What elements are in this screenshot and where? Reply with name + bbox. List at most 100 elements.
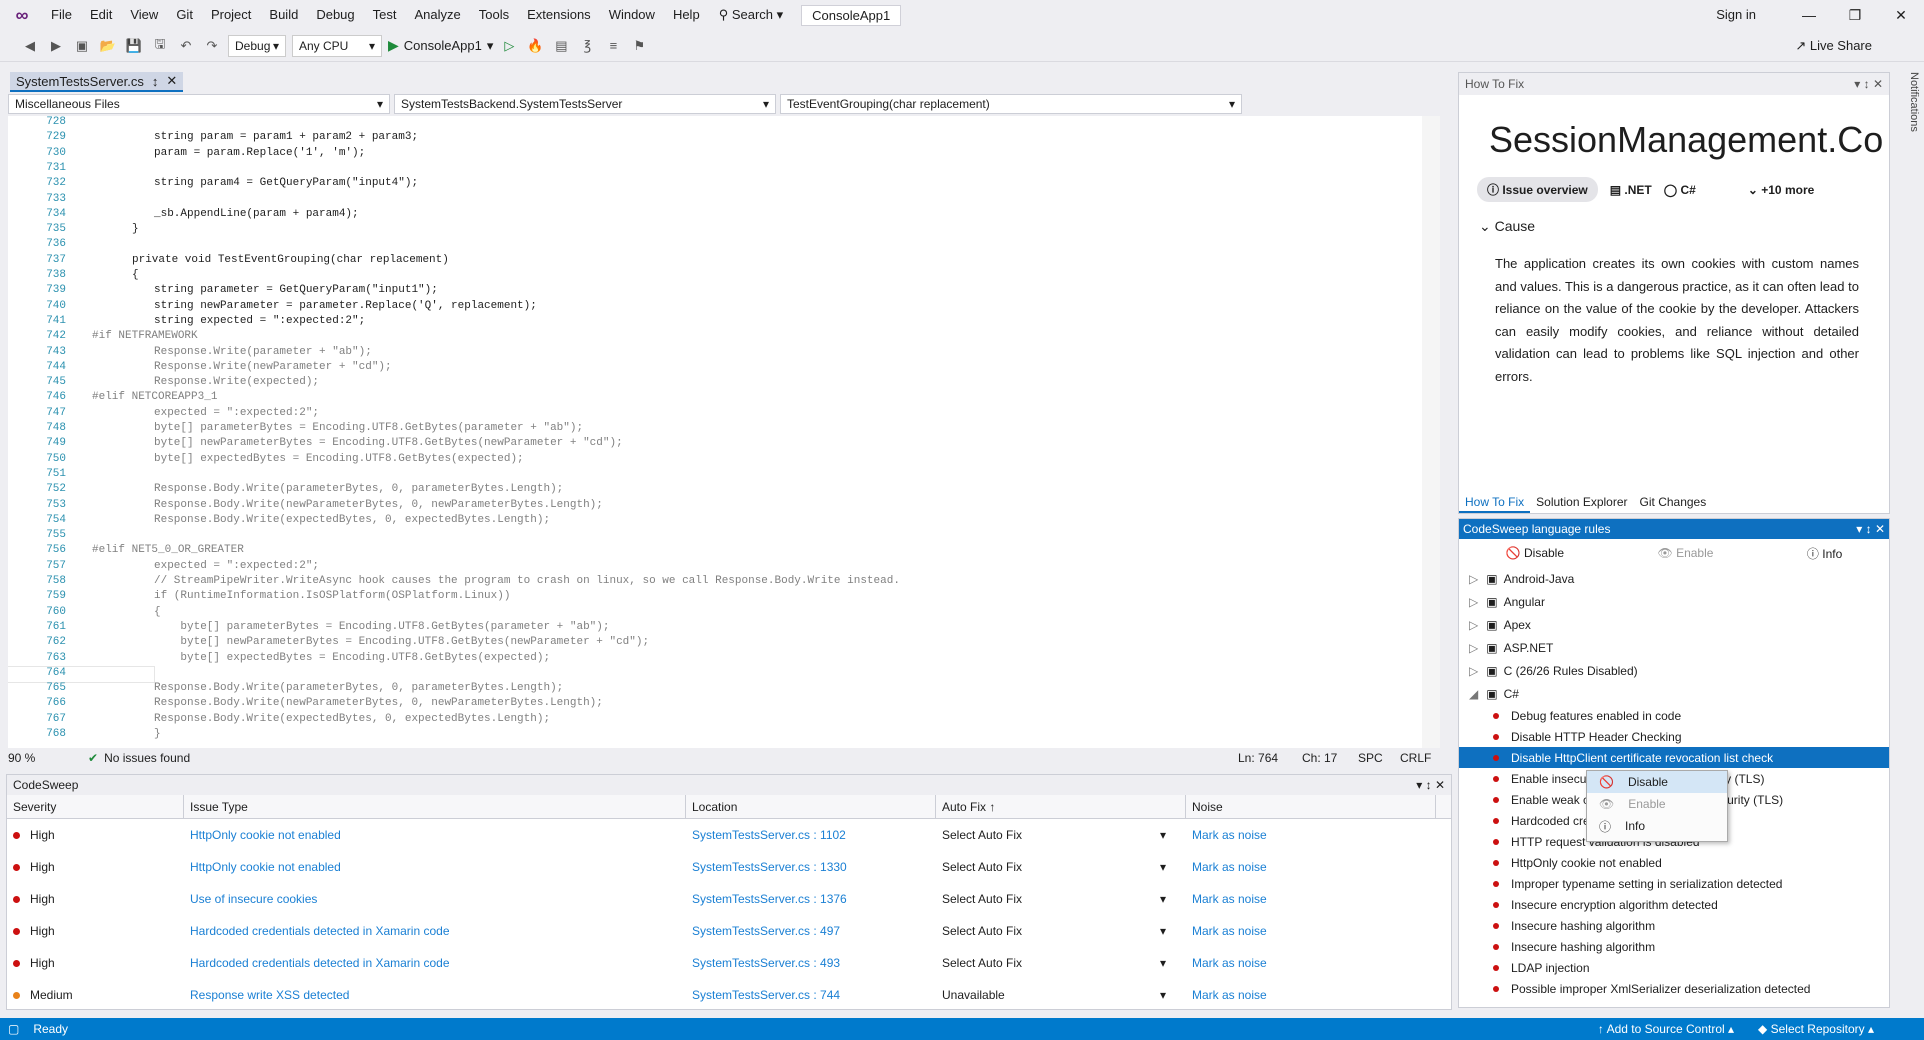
issue-type-link[interactable]: HttpOnly cookie not enabled: [184, 828, 686, 842]
issue-type-link[interactable]: Response write XSS detected: [184, 988, 686, 1002]
mark-noise-link[interactable]: Mark as noise: [1186, 956, 1436, 970]
menu-file[interactable]: File: [42, 0, 81, 30]
start-without-debugging-icon[interactable]: ▷: [499, 36, 519, 56]
code-line[interactable]: 748 byte[] parameterBytes = Encoding.UTF8…: [8, 422, 583, 437]
forward-icon[interactable]: ▶: [46, 36, 66, 56]
rule-item[interactable]: Debug features enabled in code: [1459, 705, 1889, 726]
code-line[interactable]: 759 if (RuntimeInformation.IsOSPlatform(O…: [8, 590, 510, 605]
tag-more[interactable]: ⌄ +10 more: [1748, 183, 1814, 197]
mark-noise-link[interactable]: Mark as noise: [1186, 924, 1436, 938]
code-line[interactable]: 762 byte[] newParameterBytes = Encoding.…: [8, 636, 649, 651]
auto-fix-dropdown[interactable]: Select Auto Fix ▾: [936, 860, 1186, 874]
code-line[interactable]: 768}: [8, 728, 160, 743]
live-share-button[interactable]: ↗ Live Share: [1795, 30, 1872, 62]
code-line[interactable]: 742 #if NETFRAMEWORK: [8, 330, 197, 345]
code-line[interactable]: 761 byte[] parameterBytes = Encoding.UTF…: [8, 621, 609, 636]
menu-view[interactable]: View: [121, 0, 167, 30]
comment-icon[interactable]: ≡: [603, 36, 623, 56]
code-line[interactable]: 733: [8, 193, 154, 208]
code-line[interactable]: 740 string newParameter = parameter.Repla…: [8, 300, 537, 315]
tag-csharp[interactable]: ◯ C#: [1664, 183, 1696, 197]
menu-git[interactable]: Git: [167, 0, 202, 30]
redo-icon[interactable]: ↷: [202, 36, 222, 56]
rule-item[interactable]: Insecure hashing algorithm: [1459, 915, 1889, 936]
save-all-icon[interactable]: 🖫: [150, 36, 170, 56]
notifications-tab[interactable]: Notifications: [1900, 72, 1920, 152]
rule-item[interactable]: Possible improper XmlSerializer deserial…: [1459, 978, 1889, 999]
select-repository-button[interactable]: ◆ Select Repository ▴: [1758, 1022, 1874, 1036]
code-line[interactable]: 741 string expected = ":expected:2";: [8, 315, 365, 330]
code-line[interactable]: 749 byte[] newParameterBytes = Encoding.U…: [8, 437, 623, 452]
rule-item[interactable]: Disable HTTP Header Checking: [1459, 726, 1889, 747]
auto-fix-dropdown[interactable]: Select Auto Fix ▾: [936, 924, 1186, 938]
search-button[interactable]: ⚲ Search ▾: [709, 0, 793, 30]
code-line[interactable]: 728: [8, 116, 154, 131]
document-tab[interactable]: SystemTestsServer.cs ↕ ✕: [10, 72, 184, 92]
menu-window[interactable]: Window: [600, 0, 664, 30]
menu-test[interactable]: Test: [364, 0, 406, 30]
issue-type-link[interactable]: Use of insecure cookies: [184, 892, 686, 906]
chevron-right-icon[interactable]: ▷: [1469, 618, 1478, 632]
context-disable[interactable]: 🚫 Disable: [1587, 771, 1727, 793]
disable-rule-button[interactable]: 🚫 Disable: [1506, 546, 1564, 560]
table-row[interactable]: High HttpOnly cookie not enabled SystemTes…: [7, 851, 1451, 883]
menu-build[interactable]: Build: [260, 0, 307, 30]
menu-tools[interactable]: Tools: [470, 0, 518, 30]
chevron-right-icon[interactable]: ▷: [1469, 641, 1478, 655]
table-row[interactable]: High Hardcoded credentials detected in Xa…: [7, 947, 1451, 979]
rule-item[interactable]: Disable HttpClient certificate revocatio…: [1459, 747, 1889, 768]
code-line[interactable]: 738 {: [8, 269, 138, 284]
line-ending-indicator[interactable]: CRLF: [1400, 751, 1440, 765]
auto-fix-dropdown[interactable]: Select Auto Fix ▾: [936, 828, 1186, 842]
code-line[interactable]: 745 Response.Write(expected);: [8, 376, 319, 391]
save-icon[interactable]: 💾: [124, 36, 144, 56]
rule-group[interactable]: ▷ ▣ Android-Java: [1459, 567, 1889, 590]
code-line[interactable]: 755: [8, 529, 154, 544]
column-severity[interactable]: Severity: [7, 795, 184, 818]
mark-noise-link[interactable]: Mark as noise: [1186, 860, 1436, 874]
location-link[interactable]: SystemTestsServer.cs : 493: [686, 956, 936, 970]
table-row[interactable]: High HttpOnly cookie not enabled SystemTes…: [7, 819, 1451, 851]
cause-section-toggle[interactable]: ⌄ Cause: [1459, 202, 1889, 235]
menu-extensions[interactable]: Extensions: [518, 0, 600, 30]
table-row[interactable]: Medium Response write XSS detected SystemT…: [7, 979, 1451, 1011]
table-row[interactable]: High Use of insecure cookies SystemTestsSe…: [7, 883, 1451, 915]
code-line[interactable]: 764: [8, 665, 155, 684]
close-tab-icon[interactable]: ✕: [166, 73, 177, 89]
code-line[interactable]: 735}: [8, 223, 138, 238]
code-line[interactable]: 754 Response.Body.Write(expectedBytes, 0,…: [8, 514, 550, 529]
rule-group[interactable]: ◢ ▣ C#: [1459, 682, 1889, 705]
mark-noise-link[interactable]: Mark as noise: [1186, 828, 1436, 842]
code-line[interactable]: 756 #elif NET5_0_OR_GREATER: [8, 544, 244, 559]
code-line[interactable]: 744 Response.Write(newParameter + "cd");: [8, 361, 391, 376]
rule-group[interactable]: ▷ ▣ Apex: [1459, 613, 1889, 636]
menu-help[interactable]: Help: [664, 0, 709, 30]
code-line[interactable]: 730 param = param.Replace('1', 'm');: [8, 147, 365, 162]
code-line[interactable]: 766 Response.Body.Write(newParameterBytes…: [8, 697, 603, 712]
class-dropdown[interactable]: SystemTestsBackend.SystemTestsServer ▾: [394, 94, 776, 114]
code-line[interactable]: 750 byte[] expectedBytes = Encoding.UTF8.…: [8, 453, 523, 468]
column-issue-type[interactable]: Issue Type: [184, 795, 686, 818]
issue-type-link[interactable]: HttpOnly cookie not enabled: [184, 860, 686, 874]
enable-rule-button[interactable]: 👁 Enable: [1657, 546, 1713, 560]
location-link[interactable]: SystemTestsServer.cs : 497: [686, 924, 936, 938]
member-dropdown[interactable]: TestEventGrouping(char replacement) ▾: [780, 94, 1242, 114]
source-control-button[interactable]: ↑ Add to Source Control ▴: [1598, 1022, 1734, 1036]
rule-group[interactable]: ▷ ▣ ASP.NET: [1459, 636, 1889, 659]
issue-type-link[interactable]: Hardcoded credentials detected in Xamari…: [184, 924, 686, 938]
pin-icon[interactable]: ↕: [152, 74, 159, 89]
project-dropdown[interactable]: Miscellaneous Files ▾: [8, 94, 390, 114]
column-auto-fix[interactable]: Auto Fix ↑: [936, 795, 1186, 818]
context-enable[interactable]: 👁 Enable: [1587, 793, 1727, 815]
auto-fix-dropdown[interactable]: Unavailable ▾: [936, 988, 1186, 1002]
panel-controls[interactable]: ▾ ↕ ✕: [1856, 522, 1885, 536]
rule-group[interactable]: ▷ ▣ C (26/26 Rules Disabled): [1459, 659, 1889, 682]
close-window-button[interactable]: ✕: [1878, 7, 1924, 24]
editor-scrollbar[interactable]: [1422, 116, 1440, 748]
tab-git-changes[interactable]: Git Changes: [1634, 493, 1713, 513]
issue-type-link[interactable]: Hardcoded credentials detected in Xamari…: [184, 956, 686, 970]
code-line[interactable]: 736: [8, 238, 154, 253]
restore-button[interactable]: ❐: [1832, 7, 1878, 24]
rule-item[interactable]: HttpOnly cookie not enabled: [1459, 852, 1889, 873]
spell-check-icon[interactable]: ℥: [577, 36, 597, 56]
